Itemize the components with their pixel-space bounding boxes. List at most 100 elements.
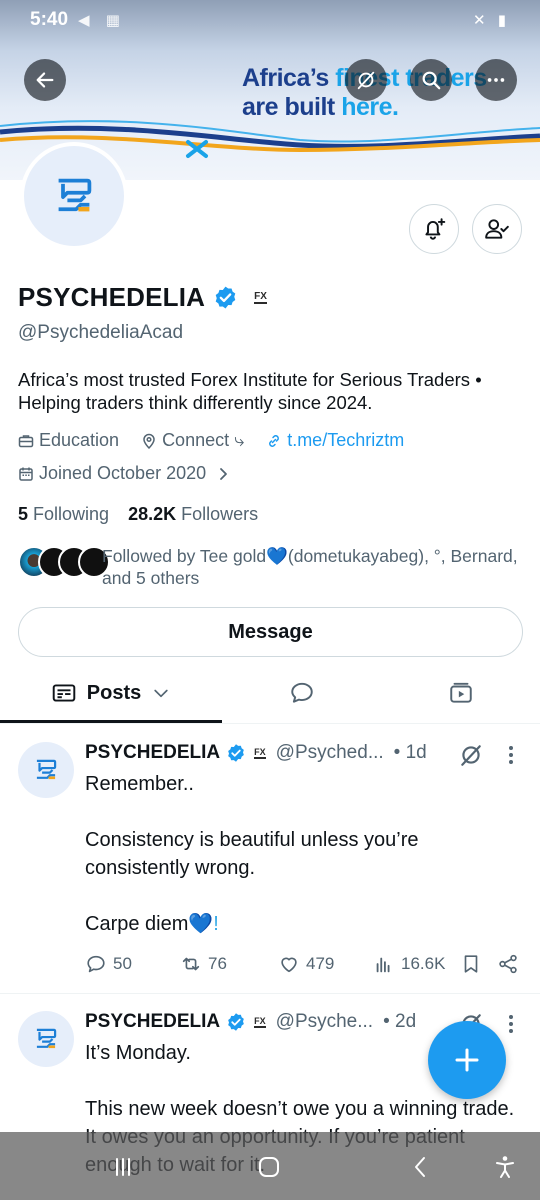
reply-icon	[87, 955, 105, 973]
back-arrow-icon	[36, 72, 54, 88]
back-button[interactable]	[24, 59, 66, 101]
category-label: Education	[39, 430, 120, 450]
post-header: PSYCHEDELIA FX @Psyched... • 1d	[85, 742, 427, 764]
compose-button[interactable]	[428, 1021, 506, 1099]
active-tab-indicator	[0, 720, 222, 723]
psychedelia-logo-icon	[36, 759, 57, 780]
tab-posts-label: Posts	[86, 681, 142, 704]
followed-by-text[interactable]: Followed by Tee gold💙(dometukayabeg), °,…	[102, 545, 522, 589]
recent-apps-icon[interactable]	[110, 1154, 136, 1180]
post-text-line: Carpe diem	[85, 913, 189, 935]
post-text-line: Consistency is beautiful unless you’re c…	[85, 829, 419, 879]
repost-count: 76	[208, 954, 227, 973]
heart-icon	[281, 957, 297, 973]
search-button[interactable]	[410, 59, 452, 101]
grok-icon	[357, 71, 375, 90]
repost-button[interactable]: 76	[180, 953, 227, 975]
post-more-icon[interactable]	[504, 1013, 518, 1035]
psychedelia-logo-icon	[58, 178, 92, 212]
views-chart-icon	[376, 957, 390, 973]
post-actions: 50 76 479 16.6K	[85, 953, 525, 979]
status-time: 5:40	[30, 9, 69, 30]
location-pin-icon	[143, 433, 155, 449]
status-bar: 5:40 ◀ ▦ ✕ ▮	[0, 0, 540, 40]
following-label: Following	[33, 504, 110, 524]
search-icon	[422, 71, 441, 90]
like-button[interactable]: 479	[278, 953, 334, 975]
joined-item[interactable]: Joined October 2020	[18, 463, 231, 484]
verified-badge-icon[interactable]	[213, 285, 238, 310]
category-item: Education	[18, 430, 119, 451]
notify-button[interactable]	[409, 204, 459, 254]
location-label: Connect ⤷	[162, 430, 245, 450]
following-count: 5	[18, 504, 29, 524]
briefcase-icon	[18, 434, 34, 447]
followers-label: Followers	[181, 504, 259, 524]
more-button[interactable]	[475, 59, 517, 101]
followed-by-avatars[interactable]	[18, 546, 110, 578]
post-more-icon[interactable]	[504, 744, 518, 766]
profile-handle: @PsychedeliaAcad	[18, 322, 184, 343]
posts-icon	[52, 684, 76, 702]
grok-icon[interactable]	[458, 742, 484, 768]
reply-count: 50	[113, 954, 132, 973]
accessibility-icon[interactable]	[492, 1154, 518, 1180]
profile-avatar[interactable]	[20, 142, 128, 250]
share-button[interactable]	[497, 953, 519, 975]
chevron-down-icon	[154, 689, 168, 698]
post-author-handle: @Psyche...	[275, 1011, 374, 1032]
chevron-right-icon	[220, 467, 228, 480]
status-system-icons: ✕ ▮	[473, 12, 510, 29]
link-icon	[269, 434, 280, 447]
psychedelia-logo-icon	[36, 1028, 57, 1049]
following-stat[interactable]: 5 Following	[18, 504, 109, 524]
post-author-handle: @Psyched...	[275, 742, 384, 763]
profile-bio: Africa’s most trusted Forex Institute fo…	[18, 369, 482, 413]
post-header: PSYCHEDELIA FX @Psyche... • 2d	[85, 1011, 416, 1033]
post-text-line: Remember..	[85, 773, 194, 795]
verified-badge-icon	[226, 1012, 246, 1032]
location-item: Connect ⤷	[141, 430, 244, 451]
followers-stat[interactable]: 28.2K Followers	[128, 504, 258, 524]
blue-heart-emoji: 💙!	[188, 913, 219, 935]
share-icon	[499, 954, 517, 974]
system-navigation-bar	[0, 1132, 540, 1200]
status-notification-icons: ◀ ▦	[78, 12, 126, 29]
post-author-name[interactable]: PSYCHEDELIA	[85, 742, 220, 764]
affiliate-badge[interactable]: FX	[254, 291, 267, 304]
like-count: 479	[306, 954, 335, 973]
tab-media[interactable]	[382, 664, 540, 722]
profile-name-row: PSYCHEDELIA FX	[18, 282, 267, 313]
media-icon	[450, 682, 472, 703]
profile-meta-row-1: Education Connect ⤷ t.me/Techriztm	[18, 430, 426, 451]
profile-tabs: Posts	[0, 664, 540, 724]
person-check-icon	[485, 219, 509, 239]
post-avatar[interactable]	[18, 1011, 74, 1067]
post-1[interactable]: PSYCHEDELIA FX @Psyched... • 1d Remember…	[0, 726, 540, 994]
post-avatar[interactable]	[18, 742, 74, 798]
bell-plus-icon	[425, 218, 446, 240]
profile-link[interactable]: t.me/Techriztm	[266, 430, 404, 451]
banner-line2a: are built	[242, 93, 342, 121]
following-button[interactable]	[472, 204, 522, 254]
calendar-icon	[19, 467, 33, 481]
grok-button[interactable]	[345, 59, 387, 101]
verified-badge-icon	[226, 743, 246, 763]
views-button[interactable]: 16.6K	[373, 953, 445, 975]
bookmark-button[interactable]	[460, 953, 482, 975]
more-icon	[487, 78, 505, 82]
affiliate-badge: FX	[254, 747, 266, 759]
plus-icon	[455, 1048, 479, 1072]
back-nav-icon[interactable]	[408, 1154, 434, 1180]
tab-replies[interactable]	[222, 664, 382, 722]
reply-bubble-icon	[291, 682, 313, 703]
profile-meta-row-2: Joined October 2020	[18, 463, 253, 484]
affiliate-badge: FX	[254, 1016, 266, 1028]
home-icon[interactable]	[256, 1154, 282, 1180]
reply-button[interactable]: 50	[85, 953, 132, 975]
message-button[interactable]: Message	[18, 607, 523, 657]
post-timestamp: • 1d	[393, 742, 427, 763]
post-author-name[interactable]: PSYCHEDELIA	[85, 1011, 220, 1033]
tab-posts[interactable]: Posts	[0, 664, 222, 723]
link-label[interactable]: t.me/Techriztm	[287, 430, 404, 451]
